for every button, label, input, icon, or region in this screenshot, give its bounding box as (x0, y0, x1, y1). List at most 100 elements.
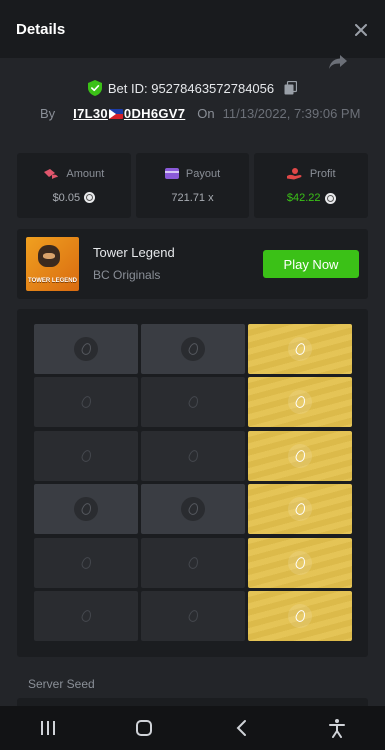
shield-check-icon (87, 80, 102, 96)
tower-tile-revealed (141, 484, 245, 535)
tower-tile-gold (248, 324, 352, 374)
on-label: On (197, 106, 215, 121)
egg-icon (186, 341, 200, 357)
egg-slot (181, 604, 205, 628)
egg-slot (74, 444, 98, 468)
tower-tile-revealed (141, 324, 245, 374)
back-button[interactable] (221, 708, 261, 748)
tower-tile-gold (248, 430, 352, 481)
egg-icon (293, 555, 307, 570)
player-name-start: I7L30 (73, 106, 108, 121)
recent-apps-button[interactable] (28, 708, 68, 748)
tower-tile-hidden (34, 537, 138, 588)
payout-value: 721.71 x (171, 191, 214, 204)
player-link[interactable]: I7L30 0DH6GV7 (73, 106, 185, 121)
tower-tile-gold (248, 377, 352, 428)
amount-label: Amount (66, 167, 105, 180)
tower-tile-gold (248, 591, 352, 641)
bet-id-row: Bet ID: 95278463572784056 (0, 80, 385, 96)
egg-slot (288, 497, 312, 522)
egg-slot (74, 337, 98, 361)
copy-icon[interactable] (284, 81, 298, 95)
egg-slot (288, 443, 312, 468)
page-title: Details (16, 21, 66, 38)
profit-card: Profit $42.22 (254, 153, 369, 218)
tower-tile-revealed (34, 484, 138, 535)
egg-icon (79, 555, 93, 570)
bet-author-row: By I7L30 0DH6GV7 On 11/13/2022, 7:39:06 … (40, 106, 360, 121)
egg-slot (74, 390, 98, 414)
share-button[interactable] (328, 54, 352, 76)
payout-card: Payout 721.71 x (135, 153, 250, 218)
close-icon (355, 24, 367, 36)
share-icon (329, 55, 347, 69)
bet-datetime: 11/13/2022, 7:39:06 PM (222, 106, 361, 121)
player-name-end: 0DH6GV7 (123, 106, 186, 121)
payout-label: Payout (185, 167, 221, 180)
game-thumbnail[interactable]: TOWER LEGEND (26, 237, 79, 291)
egg-slot (74, 604, 98, 628)
egg-icon (186, 448, 200, 463)
egg-icon (293, 341, 307, 357)
tower-tile-hidden (34, 591, 138, 641)
egg-slot (181, 444, 205, 468)
tower-tile-gold (248, 484, 352, 535)
egg-icon (293, 395, 307, 410)
tower-tile-gold (248, 537, 352, 588)
by-label: By (40, 106, 56, 121)
coins-hand-icon (286, 168, 302, 180)
philippines-flag-icon (108, 108, 123, 119)
tower-tile-hidden (34, 377, 138, 428)
egg-slot (288, 550, 312, 575)
egg-icon (186, 502, 200, 517)
egg-icon (293, 502, 307, 517)
egg-slot (74, 551, 98, 575)
money-wings-icon (44, 168, 59, 179)
egg-icon (79, 341, 93, 357)
close-button[interactable] (349, 18, 373, 42)
egg-slot (181, 390, 205, 414)
server-seed-label: Server Seed (28, 677, 95, 691)
egg-slot (181, 497, 205, 522)
egg-slot (74, 497, 98, 522)
gorilla-mascot-icon (38, 245, 60, 267)
amount-card: Amount $0.05 (17, 153, 131, 218)
egg-icon (186, 555, 200, 570)
egg-icon (79, 395, 93, 410)
bet-stats: Amount $0.05 Payout 721.71 x Profit $42.… (17, 153, 369, 218)
egg-icon (186, 395, 200, 410)
tower-board (17, 309, 368, 657)
game-card: TOWER LEGEND Tower Legend BC Originals P… (17, 229, 368, 299)
card-icon (164, 168, 179, 179)
egg-icon (293, 448, 307, 463)
tower-tile-revealed (34, 324, 138, 374)
tower-tile-hidden (141, 537, 245, 588)
egg-icon (79, 608, 93, 624)
egg-slot (181, 337, 205, 361)
egg-icon (293, 608, 307, 624)
tower-tile-hidden (141, 377, 245, 428)
game-name: Tower Legend (93, 245, 175, 260)
game-provider: BC Originals (93, 268, 161, 282)
bet-id: Bet ID: 95278463572784056 (107, 80, 275, 96)
egg-slot (288, 337, 312, 361)
play-now-button[interactable]: Play Now (263, 250, 359, 278)
currency-coin-icon (84, 192, 96, 203)
accessibility-icon (328, 719, 345, 738)
profit-value: $42.22 (286, 192, 321, 204)
home-button[interactable] (124, 708, 164, 748)
thumbnail-logo-text: TOWER LEGEND (28, 278, 77, 284)
egg-slot (288, 604, 312, 628)
accessibility-button[interactable] (317, 708, 357, 748)
egg-slot (181, 551, 205, 575)
tower-tile-hidden (141, 430, 245, 481)
amount-value: $0.05 (52, 191, 81, 204)
recent-apps-icon (41, 721, 56, 735)
home-icon (136, 720, 153, 736)
egg-icon (186, 608, 200, 624)
currency-coin-icon (324, 192, 336, 204)
egg-icon (79, 502, 93, 517)
egg-slot (288, 390, 312, 415)
profit-label: Profit (309, 167, 336, 180)
tower-tile-hidden (34, 430, 138, 481)
